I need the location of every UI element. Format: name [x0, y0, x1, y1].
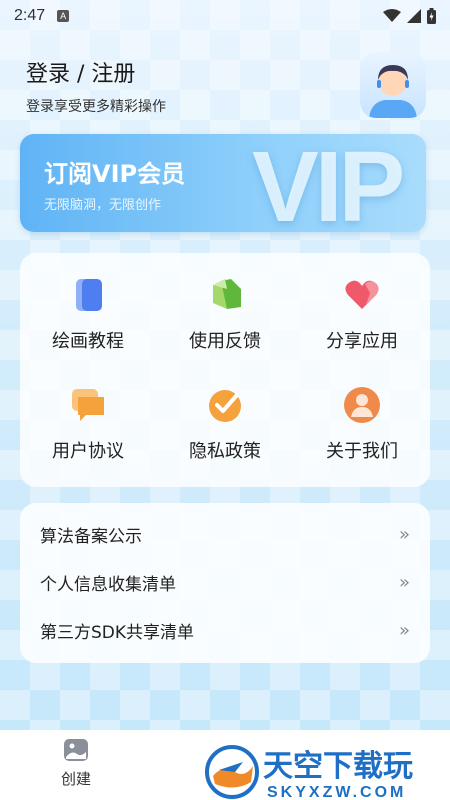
grid-item-label: 绘画教程 [52, 331, 124, 352]
signal-icon [407, 9, 421, 23]
tab-create-label: 创建 [60, 770, 91, 788]
notification-a-icon: A [57, 10, 70, 22]
chevron-right-icon: » [398, 523, 410, 545]
image-create-icon [64, 739, 88, 761]
status-time: 2:47 [14, 7, 46, 24]
heart-icon [345, 280, 379, 309]
vip-title: 订阅VIP会员 [44, 160, 186, 188]
info-list-card: 算法备案公示 » 个人信息收集清单 » 第三方SDK共享清单 » [20, 503, 430, 663]
status-bar: 2:47 A [0, 0, 450, 32]
book-icon [76, 279, 102, 311]
list-item-personal-info[interactable]: 个人信息收集清单 » [20, 559, 430, 605]
chevron-right-icon: » [398, 571, 410, 593]
avatar[interactable] [360, 52, 426, 118]
grid-item-label: 使用反馈 [189, 331, 261, 352]
status-icons [383, 8, 436, 24]
tab-create[interactable]: 创建 [48, 738, 104, 794]
list-item-label: 第三方SDK共享清单 [40, 622, 195, 643]
list-item-third-party-sdk[interactable]: 第三方SDK共享清单 » [20, 607, 430, 653]
watermark-brand-text: 天空下载玩 [263, 749, 413, 784]
grid-item-label: 关于我们 [326, 441, 398, 462]
grid-item-privacy-policy[interactable]: 隐私政策 [157, 363, 293, 463]
grid-item-feedback[interactable]: 使用反馈 [157, 253, 293, 353]
list-item-label: 算法备案公示 [40, 526, 142, 547]
watermark-brand-logo: 天空下载玩 SKYXZW.COM [205, 745, 413, 800]
vip-subtitle: 无限脑洞，无限创作 [44, 198, 162, 213]
grid-item-about-us[interactable]: 关于我们 [294, 363, 430, 463]
list-item-algorithm-filing[interactable]: 算法备案公示 » [20, 511, 430, 557]
grid-item-user-agreement[interactable]: 用户协议 [20, 363, 156, 463]
grid-item-share-app[interactable]: 分享应用 [294, 253, 430, 353]
list-item-label: 个人信息收集清单 [40, 574, 176, 595]
grid-item-label: 分享应用 [326, 331, 398, 352]
watermark-logo: 天空下载玩 SKYXZW.COM [205, 742, 450, 800]
user-icon [344, 387, 380, 423]
chat-icon [72, 389, 104, 421]
wifi-icon [383, 9, 401, 22]
login-subtitle: 登录享受更多精彩操作 [26, 99, 166, 115]
grid-item-drawing-tutorial[interactable]: 绘画教程 [20, 253, 156, 353]
feature-grid-card: 绘画教程 使用反馈 分享应用 用户协议 隐私政策 关于我们 [20, 253, 430, 487]
vip-large-text: VIP [252, 134, 405, 232]
watermark-domain-text: SKYXZW.COM [267, 784, 406, 800]
feedback-icon [213, 279, 241, 309]
grid-item-label: 用户协议 [52, 441, 124, 462]
battery-icon [427, 8, 436, 24]
check-icon [209, 390, 241, 422]
user-avatar-icon [369, 65, 417, 118]
vip-subscribe-banner[interactable]: VIP 订阅VIP会员 无限脑洞，无限创作 [20, 134, 426, 232]
chevron-right-icon: » [398, 619, 410, 641]
grid-item-label: 隐私政策 [189, 441, 261, 462]
login-register-title[interactable]: 登录 / 注册 [26, 56, 135, 88]
